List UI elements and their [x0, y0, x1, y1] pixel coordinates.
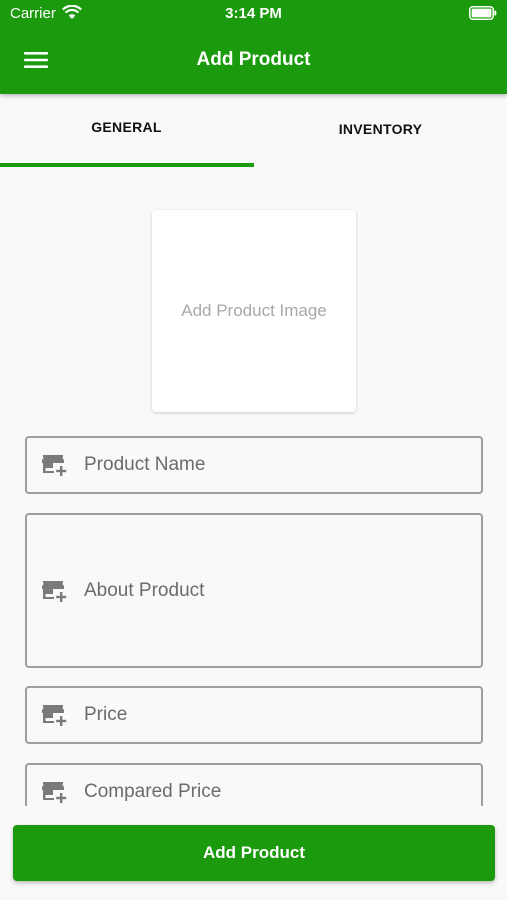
compared-price-placeholder: Compared Price	[84, 781, 222, 802]
add-product-image-button[interactable]: Add Product Image	[152, 210, 356, 412]
product-name-field[interactable]: Product Name	[25, 436, 483, 494]
status-bar: Carrier 3:14 PM	[0, 0, 507, 28]
add-product-button[interactable]: Add Product	[13, 825, 495, 881]
form-scroll-area[interactable]: Product Name About Product Price Compare…	[0, 420, 507, 806]
page-title: Add Product	[196, 49, 311, 70]
store-add-icon	[42, 455, 67, 476]
price-field[interactable]: Price	[25, 686, 483, 744]
price-placeholder: Price	[84, 704, 128, 725]
store-add-icon	[42, 782, 67, 803]
store-add-icon	[42, 705, 67, 726]
store-add-icon	[42, 580, 67, 602]
compared-price-field[interactable]: Compared Price	[25, 763, 483, 806]
status-time: 3:14 PM	[225, 5, 282, 22]
tab-general[interactable]: GENERAL	[0, 94, 253, 167]
about-product-field[interactable]: About Product	[25, 513, 483, 668]
add-product-image-label: Add Product Image	[181, 301, 327, 320]
about-product-placeholder: About Product	[84, 579, 205, 601]
add-product-button-label: Add Product	[203, 843, 305, 862]
battery-icon	[469, 6, 497, 20]
tab-bar: GENERAL INVENTORY	[0, 94, 507, 167]
active-tab-indicator	[0, 163, 254, 167]
product-name-placeholder: Product Name	[84, 454, 206, 475]
app-header: Carrier 3:14 PM Add Product	[0, 0, 507, 94]
tab-inventory[interactable]: INVENTORY	[254, 94, 507, 167]
